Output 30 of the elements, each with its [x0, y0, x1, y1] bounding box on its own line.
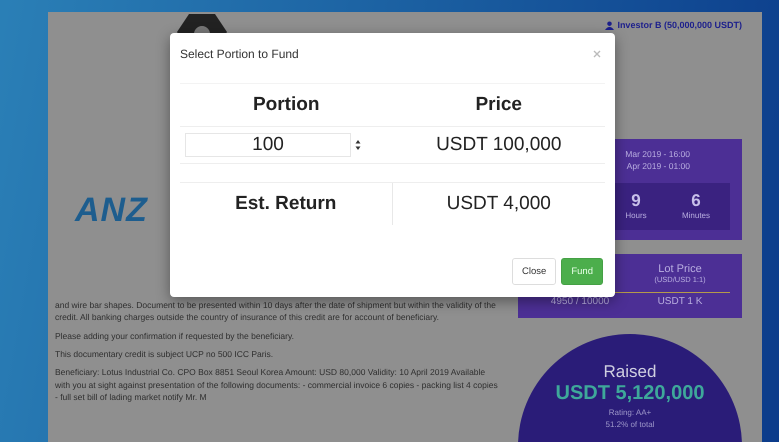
lot-price: USDT 1 K	[656, 296, 704, 307]
schedule-date: Mar 2019 - 16:00	[624, 149, 691, 161]
dialog-title: Select Portion to Fund	[180, 47, 299, 61]
portion-input[interactable]: 100	[185, 133, 351, 157]
countdown-value: 6	[691, 190, 701, 211]
description-paragraph: Beneficiary: Lotus Industrial Co. CPO Box 8851 Seoul Korea Amount: USD 80,000 Validity: 10 April 2019 Available with you at sight against presentation of the following documents: - commercial invoice 6 copies - packing list 4 copies - full set bill of lading market notify Mr. M	[55, 366, 499, 404]
raised-amount: USDT 5,120,000	[556, 382, 704, 405]
return-value: USDT 4,000	[446, 193, 552, 215]
return-label: Est. Return	[180, 183, 392, 225]
user-account-link[interactable]: Investor B (50,000,000 USDT)	[605, 20, 742, 30]
column-header: Portion	[252, 94, 320, 116]
spinner-icon	[355, 139, 361, 151]
countdown-unit: Hours	[625, 210, 647, 220]
countdown-value: 9	[631, 190, 641, 211]
close-icon[interactable]	[593, 50, 601, 58]
column-header: Price	[474, 94, 523, 116]
countdown-unit: Minutes	[682, 210, 710, 220]
description-paragraph: and wire bar shapes. Document to be presented within 10 days after the date of shipment but within the validity of the credit. All banking charges outside the country of insurance of this credit are for account of beneficiary.	[55, 299, 497, 324]
lot-price-label: Lot Price	[658, 262, 702, 275]
description-paragraph: Please adding your confirmation if requested by the beneficiary.	[55, 330, 295, 342]
schedule-date: Apr 2019 - 01:00	[626, 160, 691, 173]
share-text: 51.2% of total	[606, 420, 654, 429]
user-icon	[605, 20, 614, 30]
raised-label: Raised	[604, 362, 656, 382]
price-value: USDT 100,000	[435, 134, 562, 156]
lots-sold: 4950 / 10000	[550, 296, 610, 307]
description-paragraph: This documentary credit is subject UCP no 500 ICC Paris.	[55, 348, 274, 360]
dialog-button[interactable]: Close	[512, 258, 556, 285]
bank-logo: ANZ	[75, 190, 148, 231]
rating-text: Rating: AA+	[608, 408, 652, 417]
